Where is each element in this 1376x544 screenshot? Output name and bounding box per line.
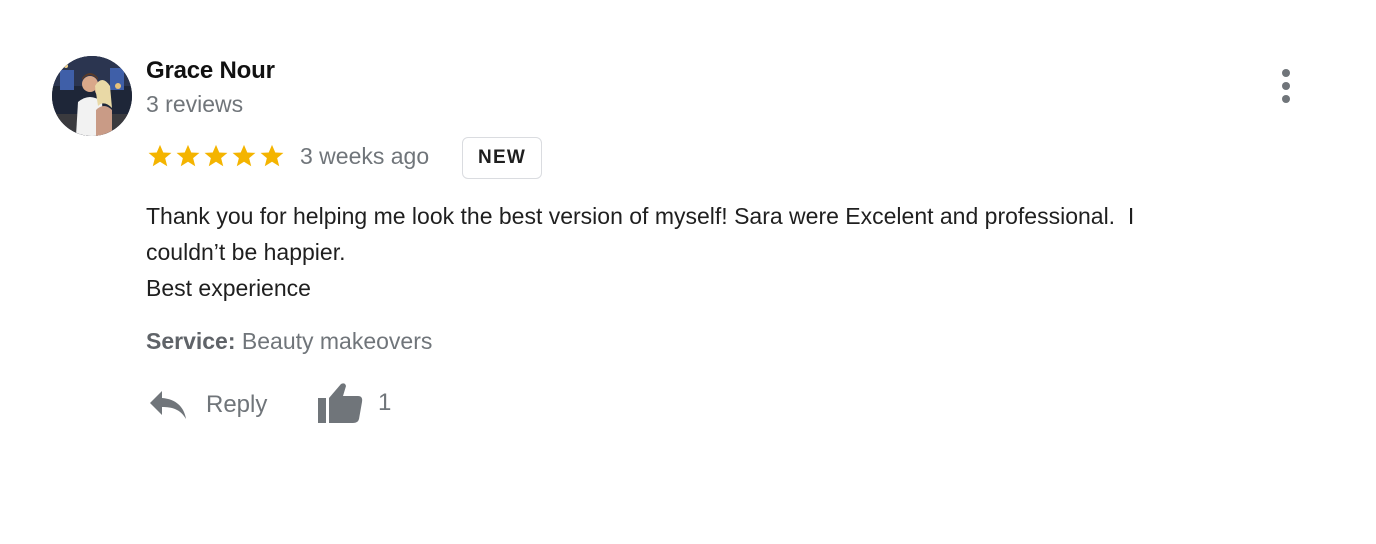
star-icon	[260, 144, 284, 167]
service-info: Service: Beauty makeovers	[146, 328, 432, 355]
author-avatar[interactable]	[52, 56, 132, 136]
review-time: 3 weeks ago	[300, 143, 430, 169]
author-name[interactable]: Grace Nour	[146, 57, 275, 85]
review-text-line: Best experience	[146, 275, 311, 301]
review-text-line: Thank you for helping me look the best v…	[146, 203, 1135, 229]
thumbs-up-icon	[318, 383, 363, 423]
more-vertical-icon	[1282, 69, 1290, 77]
profile-photo-icon	[52, 56, 132, 136]
more-vertical-icon-dot	[1282, 95, 1290, 103]
star-icon	[176, 144, 200, 167]
more-vertical-icon-dot	[1282, 82, 1290, 90]
reply-arrow-icon	[150, 391, 186, 419]
service-label: Service:	[146, 328, 236, 354]
review-text-line: couldn’t be happier.	[146, 239, 346, 265]
review-text: Thank you for helping me look the best v…	[146, 198, 1296, 306]
service-value: Beauty makeovers	[241, 328, 433, 354]
like-button[interactable]: 1	[314, 380, 391, 426]
new-badge: NEW	[462, 137, 542, 179]
reply-button[interactable]: Reply	[146, 382, 267, 428]
star-icon	[148, 144, 172, 167]
star-icon	[232, 144, 256, 167]
review-card: Grace Nour 3 reviews 3 weeks ago NEW Tha…	[0, 0, 1376, 544]
more-options-button[interactable]	[1266, 64, 1306, 108]
like-count: 1	[378, 389, 392, 416]
star-rating	[146, 140, 286, 172]
star-icon	[204, 144, 228, 167]
author-review-count[interactable]: 3 reviews	[146, 91, 243, 118]
reply-label: Reply	[206, 391, 268, 418]
